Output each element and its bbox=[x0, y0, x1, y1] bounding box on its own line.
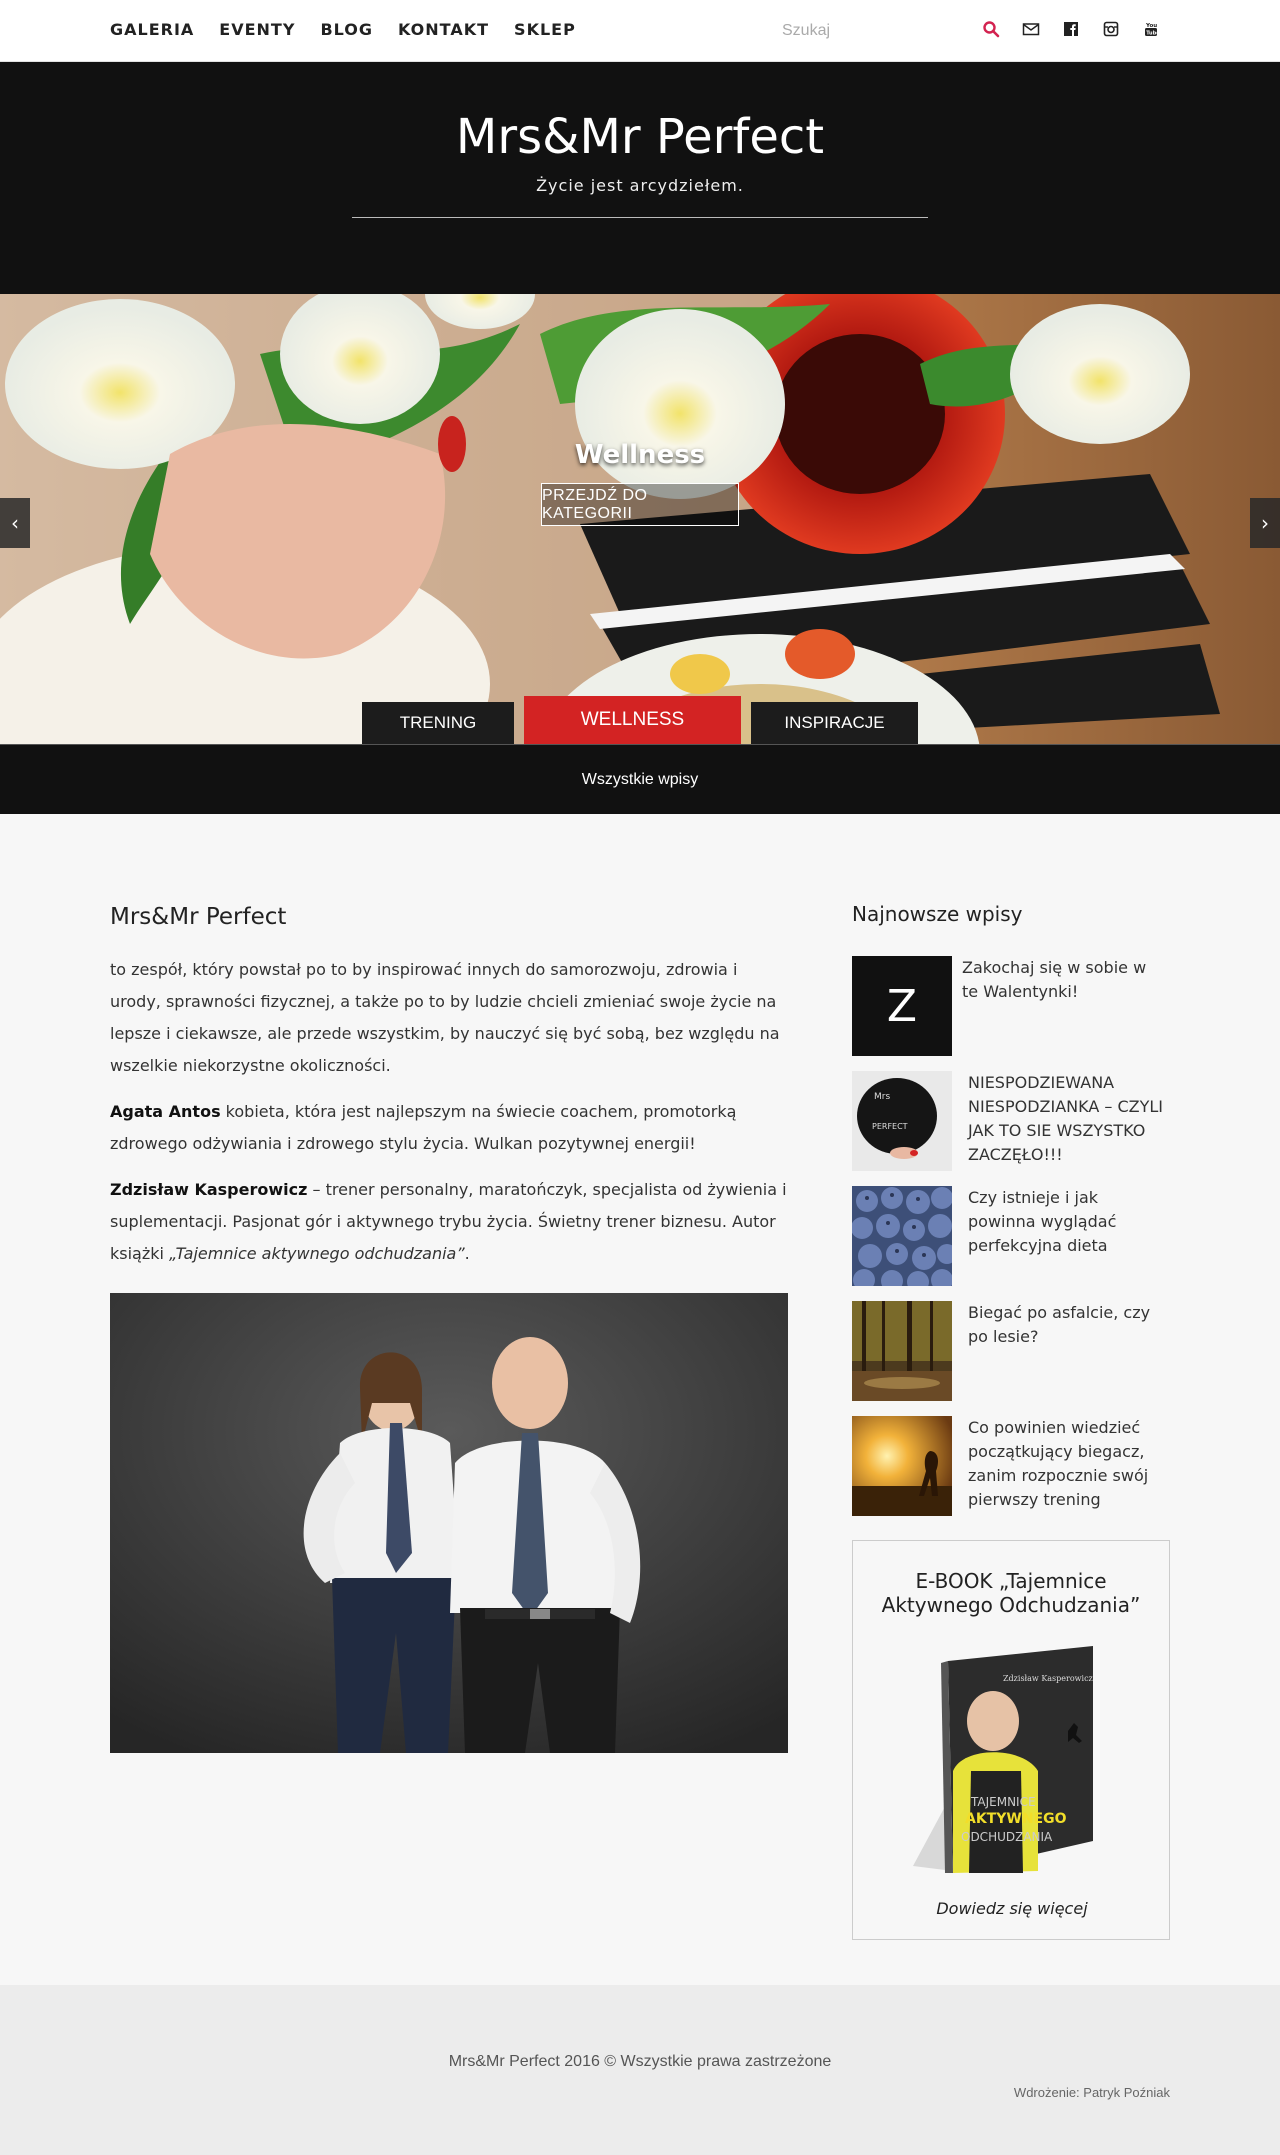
book-title: „Tajemnice aktywnego odchudzania” bbox=[169, 1244, 465, 1263]
post-title[interactable]: Zakochaj się w sobie w te Walentynki! bbox=[962, 956, 1162, 1004]
recent-post-item[interactable]: Biegać po asfalcie, czy po lesie? bbox=[852, 1301, 1170, 1401]
sidebar: Najnowsze wpisy Z Zakochaj się w sobie w… bbox=[852, 880, 1170, 1940]
post-title[interactable]: Biegać po asfalcie, czy po lesie? bbox=[968, 1301, 1168, 1349]
cover-title-line1: TAJEMNICE bbox=[970, 1795, 1036, 1809]
about-section: Mrs&Mr Perfect to zespół, który powstał … bbox=[110, 880, 790, 1753]
post-thumbnail bbox=[852, 1301, 952, 1401]
person-name: Zdzisław Kasperowicz bbox=[110, 1180, 308, 1199]
post-thumbnail bbox=[852, 1186, 952, 1286]
thumb-letter: Z bbox=[886, 980, 918, 1032]
all-posts-label: Wszystkie wpisy bbox=[581, 770, 699, 788]
chevron-right-icon: › bbox=[1261, 511, 1269, 535]
recent-post-item[interactable]: Czy istnieje i jak powinna wyglądać perf… bbox=[852, 1186, 1170, 1286]
footer: Mrs&Mr Perfect 2016 © Wszystkie prawa za… bbox=[0, 1985, 1280, 2155]
recent-post-item[interactable]: Z Zakochaj się w sobie w te Walentynki! bbox=[852, 956, 1170, 1056]
go-to-category-button[interactable]: PRZEJDŹ DO KATEGORII bbox=[541, 483, 739, 526]
svg-text:Mrs: Mrs bbox=[874, 1092, 890, 1102]
ebook-cover[interactable]: Zdzisław Kasperowicz TAJEMNICE AKTYWNEGO… bbox=[853, 1641, 1171, 1881]
category-tabs: TRENING WELLNESS INSPIRACJE bbox=[0, 696, 1280, 744]
about-person-zdzislaw: Zdzisław Kasperowicz – trener personalny… bbox=[110, 1174, 790, 1270]
post-title[interactable]: Czy istnieje i jak powinna wyglądać perf… bbox=[968, 1186, 1168, 1258]
search-icon[interactable] bbox=[982, 20, 1000, 38]
youtube-icon[interactable]: YouTube bbox=[1142, 20, 1160, 38]
team-photo bbox=[110, 1293, 788, 1753]
copyright: Mrs&Mr Perfect 2016 © Wszystkie prawa za… bbox=[448, 2053, 832, 2070]
tab-trening[interactable]: TRENING bbox=[362, 702, 514, 744]
facebook-icon[interactable] bbox=[1062, 20, 1080, 38]
cover-title-line2: AKTYWNEGO bbox=[965, 1811, 1067, 1827]
person-name: Agata Antos bbox=[110, 1102, 221, 1121]
cover-author: Zdzisław Kasperowicz bbox=[1003, 1674, 1093, 1683]
recent-post-item[interactable]: Mrs PERFECT NIESPODZIEWANA NIESPODZIANKA … bbox=[852, 1071, 1170, 1171]
svg-text:PERFECT: PERFECT bbox=[872, 1122, 908, 1131]
menu-item-sklep[interactable]: SKLEP bbox=[514, 20, 576, 39]
about-person-agata: Agata Antos kobieta, która jest najlepsz… bbox=[110, 1096, 790, 1160]
recent-post-item[interactable]: Co powinien wiedzieć początkujący biegac… bbox=[852, 1416, 1170, 1516]
search-input[interactable] bbox=[782, 18, 962, 44]
top-navigation: GALERIA EVENTY BLOG KONTAKT SKLEP YouTub… bbox=[0, 0, 1280, 62]
tab-inspiracje[interactable]: INSPIRACJE bbox=[751, 702, 918, 744]
slide-title: Wellness bbox=[574, 440, 706, 470]
punctuation: . bbox=[464, 1244, 470, 1263]
ebook-widget: E-BOOK „Tajemnice Aktywnego Odchudzania”… bbox=[852, 1540, 1170, 1940]
post-thumbnail: Mrs PERFECT bbox=[852, 1071, 952, 1171]
svg-text:Tube: Tube bbox=[1146, 30, 1160, 36]
about-title: Mrs&Mr Perfect bbox=[110, 904, 287, 930]
about-intro: to zespół, który powstał po to by inspir… bbox=[110, 960, 780, 1075]
main-menu: GALERIA EVENTY BLOG KONTAKT SKLEP bbox=[110, 20, 576, 39]
category-slider: Wellness PRZEJDŹ DO KATEGORII ‹ › TRENIN… bbox=[0, 294, 1280, 744]
site-header: Mrs&Mr Perfect Życie jest arcydziełem. bbox=[0, 62, 1280, 294]
post-title[interactable]: NIESPODZIEWANA NIESPODZIANKA – CZYLI JAK… bbox=[968, 1071, 1168, 1167]
menu-item-eventy[interactable]: EVENTY bbox=[219, 20, 295, 39]
all-posts-link[interactable]: Wszystkie wpisy bbox=[0, 744, 1280, 814]
slider-prev-button[interactable]: ‹ bbox=[0, 498, 30, 548]
ebook-title: E-BOOK „Tajemnice Aktywnego Odchudzania” bbox=[881, 1569, 1141, 1617]
site-tagline: Życie jest arcydziełem. bbox=[536, 176, 744, 195]
post-thumbnail bbox=[852, 1416, 952, 1516]
post-thumbnail: Z bbox=[852, 956, 952, 1056]
nav-icons: You Tube bbox=[982, 20, 1160, 38]
post-title[interactable]: Co powinien wiedzieć początkujący biegac… bbox=[968, 1416, 1168, 1512]
instagram-icon[interactable] bbox=[1102, 20, 1120, 38]
menu-item-galeria[interactable]: GALERIA bbox=[110, 20, 194, 39]
developer-credit[interactable]: Wdrożenie: Patryk Poźniak bbox=[1014, 2085, 1170, 2100]
menu-item-kontakt[interactable]: KONTAKT bbox=[398, 20, 489, 39]
site-title[interactable]: Mrs&Mr Perfect bbox=[0, 109, 1280, 165]
menu-item-blog[interactable]: BLOG bbox=[320, 20, 373, 39]
svg-text:You: You bbox=[1145, 23, 1157, 29]
recent-posts-title: Najnowsze wpisy bbox=[852, 902, 1023, 926]
tab-wellness[interactable]: WELLNESS bbox=[524, 696, 741, 744]
chevron-left-icon: ‹ bbox=[11, 511, 19, 535]
slider-next-button[interactable]: › bbox=[1250, 498, 1280, 548]
ebook-more-link[interactable]: Dowiedz się więcej bbox=[853, 1899, 1171, 1918]
mail-icon[interactable] bbox=[1022, 20, 1040, 38]
header-divider bbox=[352, 217, 928, 218]
cover-title-line3: ODCHUDZANIA bbox=[961, 1830, 1053, 1844]
